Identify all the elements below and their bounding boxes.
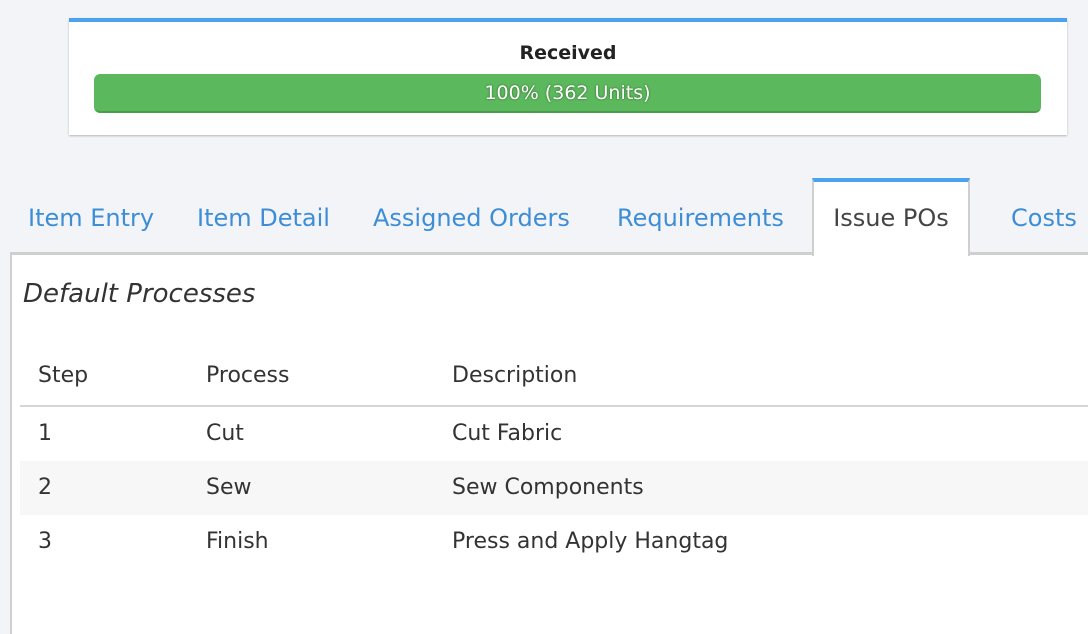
table-row: 2 Sew Sew Components [20, 461, 1088, 515]
received-progress-bar: 100% (362 Units) [94, 74, 1041, 113]
cell-description: Cut Fabric [452, 421, 563, 446]
tab-item-detail[interactable]: Item Detail [197, 178, 330, 254]
cell-process: Finish [206, 529, 269, 554]
tab-item-entry[interactable]: Item Entry [28, 178, 154, 254]
table-header: Step Process Description [20, 349, 1088, 407]
cell-process: Cut [206, 421, 244, 446]
cell-description: Sew Components [452, 475, 644, 500]
header-step: Step [38, 363, 89, 388]
tab-requirements[interactable]: Requirements [617, 178, 784, 254]
tab-costs[interactable]: Costs [1011, 178, 1077, 254]
table-row: 1 Cut Cut Fabric [20, 407, 1088, 461]
progress-label: 100% (362 Units) [484, 81, 651, 104]
cell-step: 2 [38, 475, 52, 500]
processes-table: Step Process Description 1 Cut Cut Fabri… [20, 349, 1088, 569]
table-row: 3 Finish Press and Apply Hangtag [20, 515, 1088, 569]
header-description: Description [452, 363, 578, 388]
tab-issue-pos[interactable]: Issue POs [812, 178, 970, 256]
tab-bar: Item Entry Item Detail Assigned Orders R… [0, 178, 1088, 256]
panel-title: Default Processes [23, 279, 256, 309]
cell-step: 3 [38, 529, 52, 554]
issue-pos-panel: Default Processes Step Process Descripti… [10, 253, 1088, 634]
progress-fill: 100% (362 Units) [94, 74, 1041, 113]
cell-process: Sew [206, 475, 252, 500]
header-process: Process [206, 363, 290, 388]
tab-assigned-orders[interactable]: Assigned Orders [373, 178, 570, 254]
received-title: Received [519, 42, 617, 64]
cell-step: 1 [38, 421, 52, 446]
received-card: Received 100% (362 Units) [69, 18, 1067, 135]
cell-description: Press and Apply Hangtag [452, 529, 729, 554]
